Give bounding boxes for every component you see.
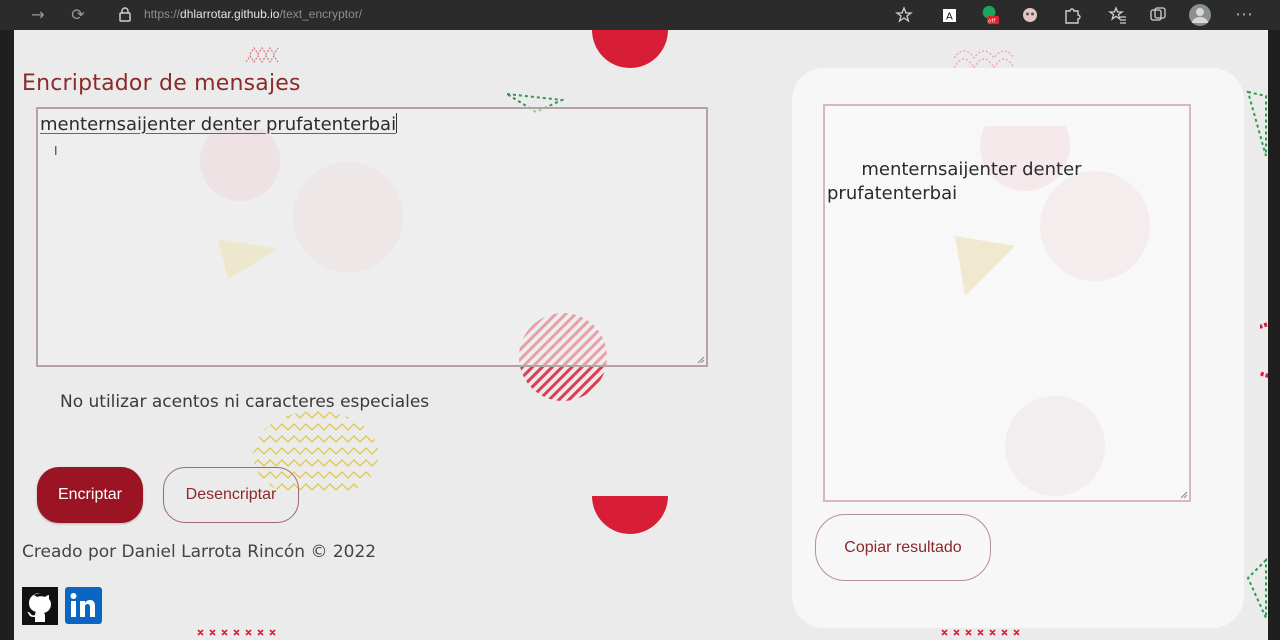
page: Encriptador de mensajes menternsaijenter… (14, 30, 1268, 640)
decorative-green-triangle-right (1246, 90, 1267, 157)
linkedin-icon[interactable] (65, 587, 102, 624)
lock-icon[interactable] (118, 5, 132, 25)
svg-text:A: A (946, 12, 953, 23)
copy-result-button[interactable]: Copiar resultado (815, 514, 991, 581)
result-panel: menternsaijenter denter prufatenterbai C… (792, 68, 1244, 628)
extension-puzzle-icon[interactable] (1062, 5, 1082, 25)
extension-face-icon[interactable] (1020, 5, 1040, 25)
decorative-green-triangle-right-bottom (1246, 558, 1267, 619)
message-input[interactable]: menternsaijenter denter prufatenterbai (36, 107, 708, 367)
browser-left-edge (0, 30, 14, 640)
text-cursor-icon: I (54, 144, 58, 158)
svg-text:off: off (988, 18, 995, 24)
decorative-red-half-circle-bottom (592, 496, 668, 534)
input-text: menternsaijenter denter prufatenterbai (40, 113, 398, 135)
textarea-faint-pattern (200, 129, 403, 279)
decrypt-button[interactable]: Desencriptar (163, 467, 299, 523)
favorite-star-icon[interactable] (895, 5, 915, 25)
reload-icon[interactable]: ⟳ (68, 5, 88, 25)
decorative-red-half-circle-top (592, 30, 668, 68)
warning-text: No utilizar acentos ni caracteres especi… (60, 392, 430, 412)
decorative-zigzag (246, 46, 279, 64)
more-options-icon[interactable]: ⋯ (1234, 5, 1254, 25)
resize-grip-icon[interactable] (697, 356, 705, 364)
decorative-red-stripes-edge (1260, 322, 1268, 378)
decorative-red-cross-pattern (197, 629, 276, 636)
page-title: Encriptador de mensajes (22, 71, 301, 96)
browser-right-edge (1268, 30, 1280, 640)
url-path: /text_encryptor/ (279, 7, 363, 21)
extension-a-icon[interactable]: A (940, 5, 960, 25)
result-output[interactable]: menternsaijenter denter prufatenterbai (823, 104, 1191, 502)
extension-off-icon[interactable]: off (980, 5, 1000, 25)
credits-text: Creado por Daniel Larrota Rincón © 2022 (22, 542, 377, 562)
url-host: dhlarrotar.github.io (180, 7, 280, 21)
forward-icon[interactable]: → (28, 5, 48, 25)
url-prefix: https:// (144, 7, 181, 21)
address-bar[interactable]: https://dhlarrotar.github.io/text_encryp… (144, 6, 362, 22)
collections-icon[interactable] (1148, 5, 1168, 25)
favorites-icon[interactable] (1108, 5, 1128, 25)
github-icon[interactable] (22, 587, 58, 625)
resize-grip-icon[interactable] (1180, 491, 1188, 499)
encrypt-button[interactable]: Encriptar (37, 467, 143, 523)
profile-avatar-icon[interactable] (1188, 3, 1212, 27)
output-faint-pattern (955, 126, 1150, 496)
browser-toolbar: → ⟳ https://dhlarrotar.github.io/text_en… (0, 0, 1280, 30)
